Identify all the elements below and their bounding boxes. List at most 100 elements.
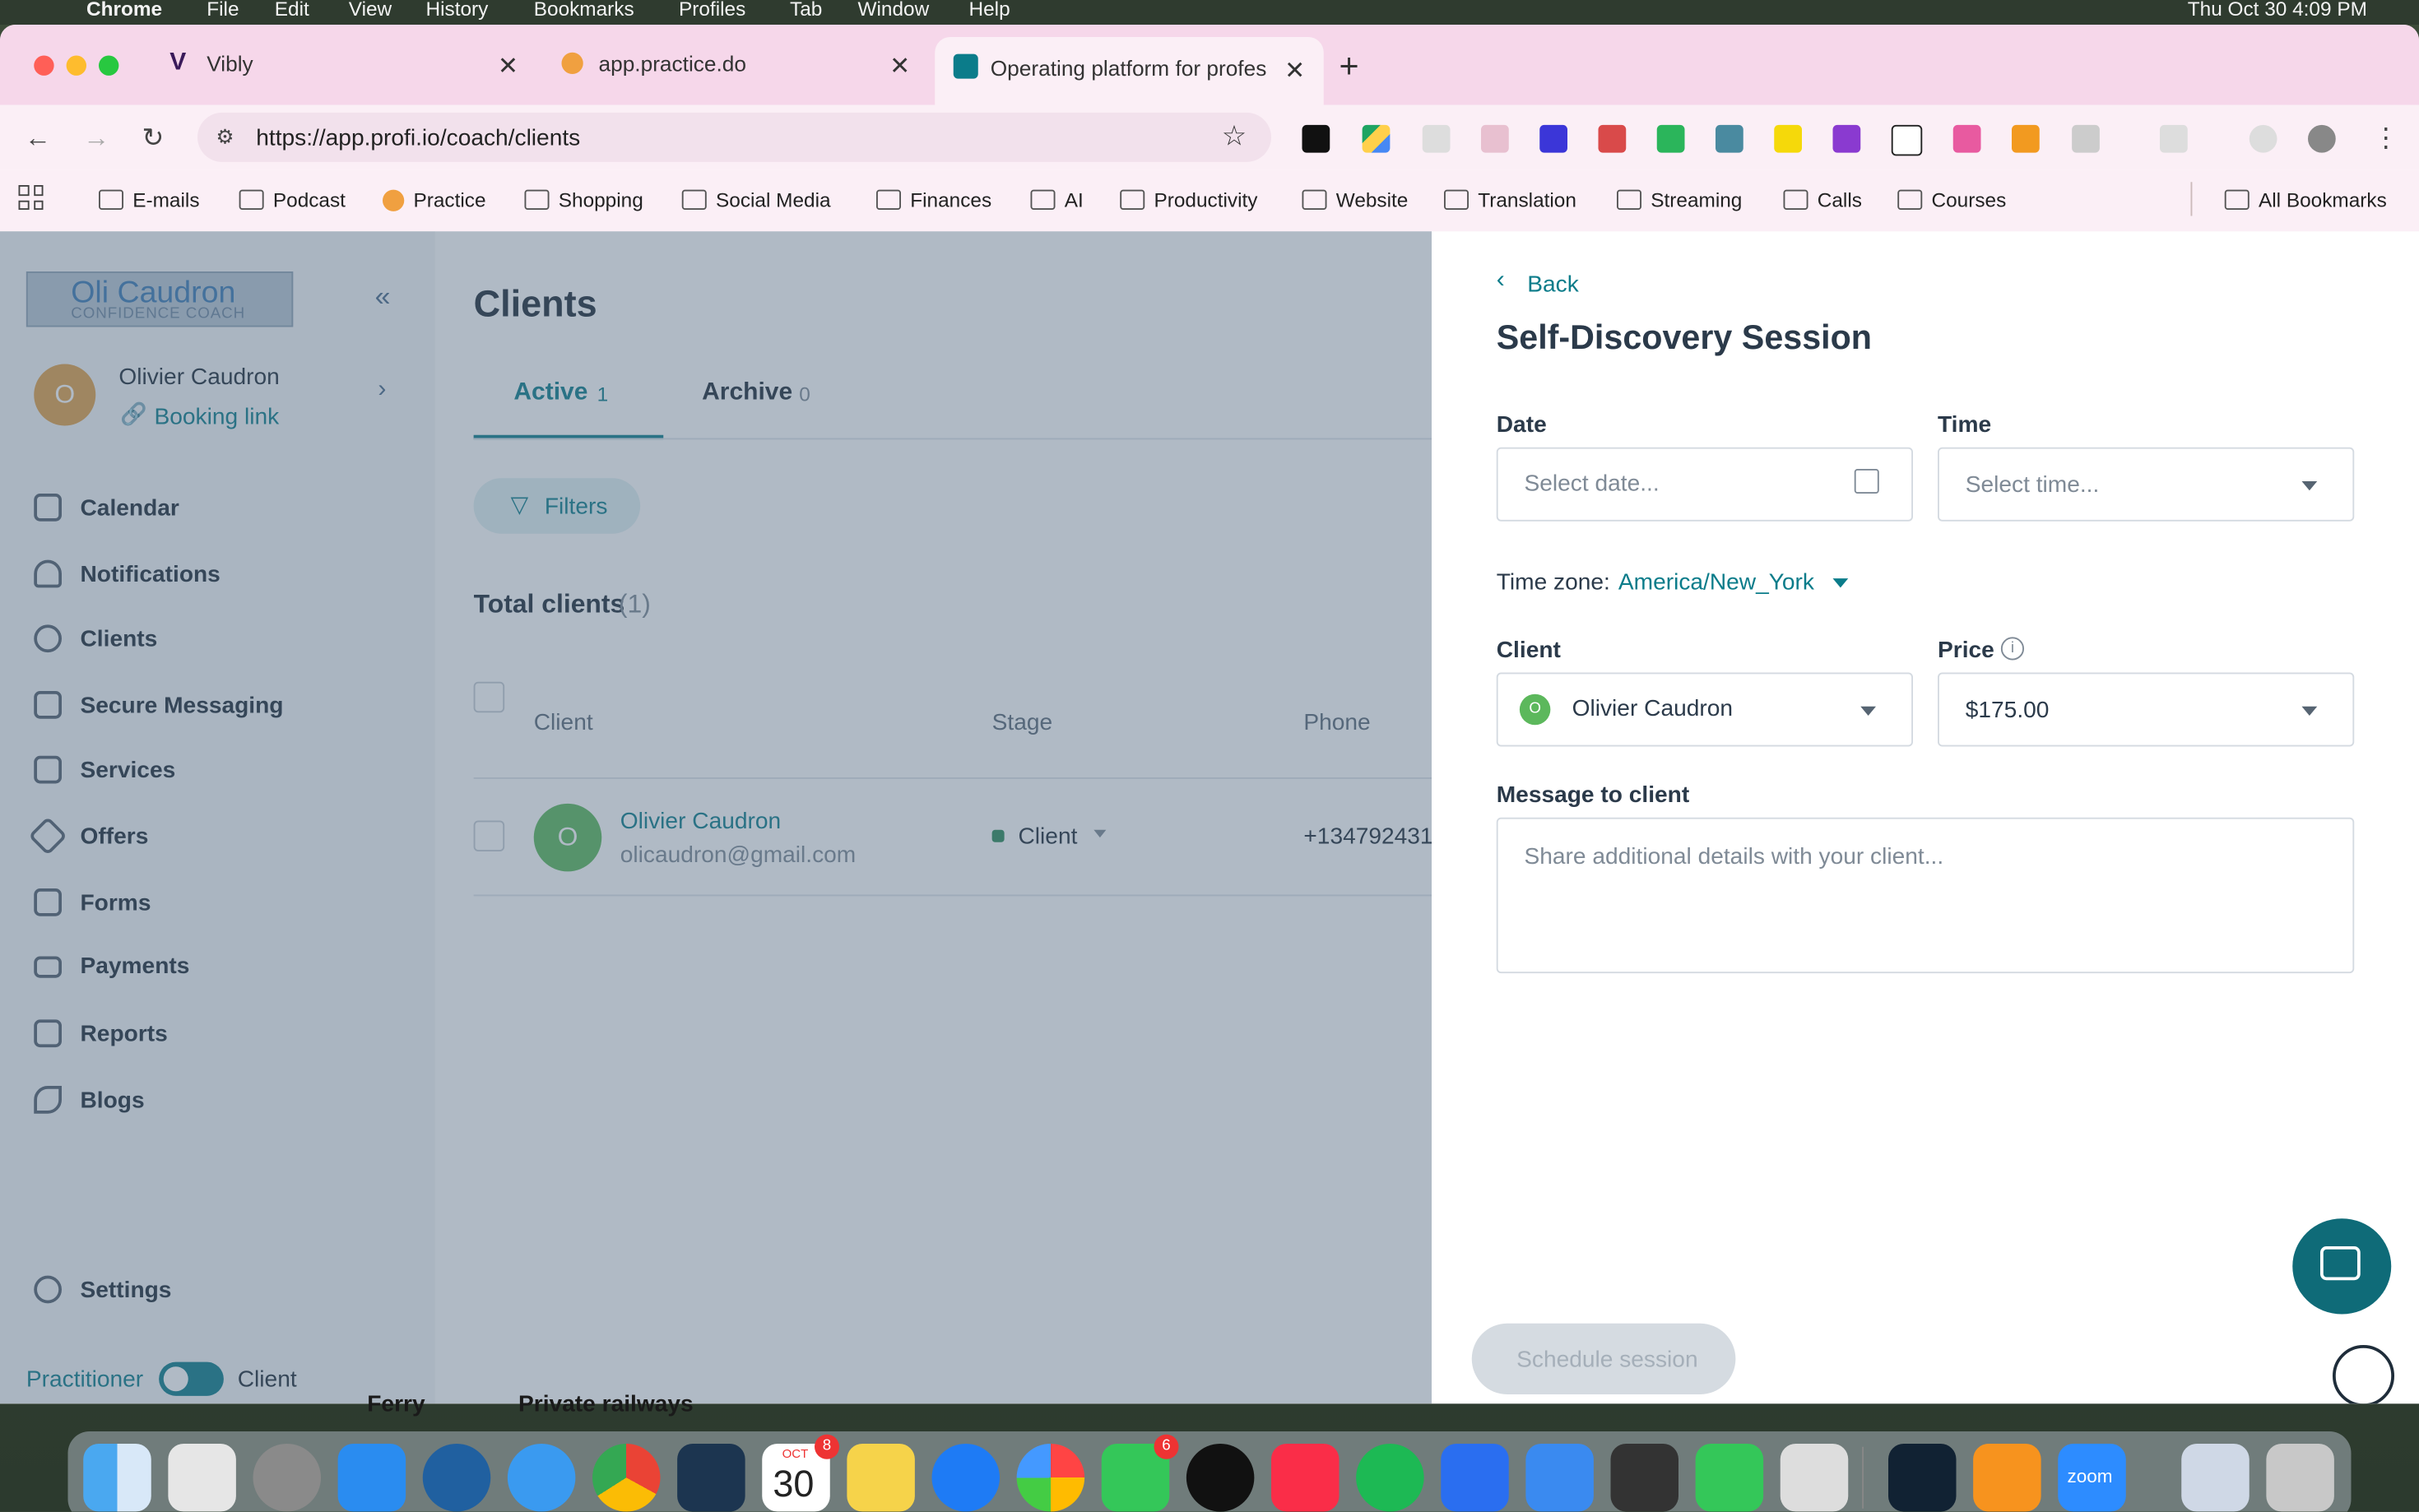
close-window-button[interactable] xyxy=(34,55,54,76)
extension-green-icon[interactable] xyxy=(1656,124,1685,153)
extension-purple-icon[interactable] xyxy=(1832,124,1861,153)
menu-help[interactable]: Help xyxy=(969,0,1010,20)
zoom-window-button[interactable] xyxy=(99,55,119,76)
chevron-left-icon[interactable]: ‹ xyxy=(1497,267,1505,295)
circle-app-icon[interactable] xyxy=(1186,1444,1255,1512)
bookmark-star-icon[interactable]: ☆ xyxy=(1222,120,1247,152)
facetime-icon[interactable]: 6 xyxy=(1101,1434,1179,1512)
performance-icon[interactable] xyxy=(2249,124,2277,153)
menubar-clock[interactable]: Thu Oct 30 4:09 PM xyxy=(2188,0,2367,20)
chrome-icon[interactable] xyxy=(592,1444,661,1512)
address-bar[interactable]: ⚙ https://app.profi.io/coach/clients ☆ xyxy=(197,112,1271,162)
minimize-window-button[interactable] xyxy=(66,55,86,76)
extension-blue-icon[interactable] xyxy=(1539,124,1567,153)
calendar-icon[interactable] xyxy=(1854,469,1879,494)
url-text[interactable]: https://app.profi.io/coach/clients xyxy=(256,125,580,151)
extension-r-icon[interactable] xyxy=(1891,124,1923,156)
app-wave-icon[interactable] xyxy=(677,1444,745,1512)
price-select[interactable]: $175.00 xyxy=(1938,672,2355,747)
close-tab-icon[interactable]: ✕ xyxy=(1284,56,1305,87)
schedule-session-button[interactable]: Schedule session xyxy=(1471,1323,1736,1394)
bookmark-streaming[interactable]: Streaming xyxy=(1617,188,1742,211)
system-settings-icon[interactable] xyxy=(253,1444,321,1512)
cookie-settings-icon[interactable] xyxy=(2333,1345,2394,1404)
menubar-app[interactable]: Chrome xyxy=(86,0,162,20)
date-picker[interactable]: Select date... xyxy=(1496,447,1913,522)
command-app-icon[interactable] xyxy=(1610,1444,1678,1512)
tab-search-icon[interactable] xyxy=(2160,124,2188,153)
zoom-icon[interactable]: zoom xyxy=(2058,1444,2126,1512)
new-tab-icon[interactable]: + xyxy=(1340,46,1359,86)
menu-history[interactable]: History xyxy=(426,0,489,20)
photos-icon[interactable] xyxy=(1016,1444,1085,1512)
menu-profiles[interactable]: Profiles xyxy=(679,0,745,20)
menu-file[interactable]: File xyxy=(207,0,239,20)
menu-edit[interactable]: Edit xyxy=(275,0,309,20)
bookmark-shopping[interactable]: Shopping xyxy=(524,188,643,211)
menu-kebab-icon[interactable]: ⋮ xyxy=(2373,123,2399,155)
menu-view[interactable]: View xyxy=(349,0,392,20)
quicktime-icon[interactable] xyxy=(422,1444,491,1512)
extension-orange-icon[interactable] xyxy=(2012,124,2040,153)
back-icon[interactable]: ← xyxy=(25,123,51,155)
lines-app-icon[interactable] xyxy=(1441,1444,1509,1512)
bookmark-calls[interactable]: Calls xyxy=(1783,188,1862,211)
calendar-app-icon[interactable]: OCT 30 8 xyxy=(762,1434,839,1512)
site-info-icon[interactable]: ⚙ xyxy=(216,125,234,150)
messenger-icon[interactable] xyxy=(931,1444,1000,1512)
menu-tab[interactable]: Tab xyxy=(790,0,822,20)
client-select[interactable]: O Olivier Caudron xyxy=(1496,672,1913,747)
bookmark-podcast[interactable]: Podcast xyxy=(239,188,346,211)
forward-icon[interactable]: → xyxy=(83,123,109,155)
extension-medium-icon[interactable] xyxy=(1302,124,1330,153)
bookmark-courses[interactable]: Courses xyxy=(1897,188,2006,211)
chat-support-button[interactable] xyxy=(2292,1218,2392,1315)
documents-folder-icon[interactable] xyxy=(2181,1444,2250,1512)
close-tab-icon[interactable]: ✕ xyxy=(889,51,910,82)
bookmark-finances[interactable]: Finances xyxy=(876,188,991,211)
spotify-icon[interactable] xyxy=(1356,1444,1424,1512)
extension-hand-icon[interactable] xyxy=(1481,124,1509,153)
trash-icon[interactable] xyxy=(2266,1444,2334,1512)
extension-teal-icon[interactable] xyxy=(1716,124,1743,153)
tab-vibly[interactable]: V Vibly ✕ xyxy=(151,37,537,93)
testflight-icon[interactable] xyxy=(1525,1444,1594,1512)
extension-s-icon[interactable] xyxy=(1422,124,1451,153)
bookmark-practice[interactable]: Practice xyxy=(383,188,486,211)
bookmark-ai[interactable]: AI xyxy=(1030,188,1084,211)
timezone-select[interactable]: America/New_York xyxy=(1618,569,1814,596)
bookmark-website[interactable]: Website xyxy=(1302,188,1408,211)
extension-pen-icon[interactable] xyxy=(1598,124,1627,153)
extension-drive-icon[interactable] xyxy=(1362,124,1391,153)
message-textarea[interactable]: Share additional details with your clien… xyxy=(1496,817,2355,974)
info-icon[interactable]: i xyxy=(2000,637,2024,661)
modal-backdrop[interactable] xyxy=(0,231,1432,1404)
close-tab-icon[interactable]: ✕ xyxy=(498,51,518,82)
tab-profi[interactable]: Operating platform for profes ✕ xyxy=(935,37,1324,105)
app-store-icon[interactable] xyxy=(337,1444,406,1512)
menu-bookmarks[interactable]: Bookmarks xyxy=(534,0,634,20)
bookmark-emails[interactable]: E-mails xyxy=(99,188,200,211)
iphone-mirroring-icon[interactable] xyxy=(1780,1444,1849,1512)
reload-icon[interactable]: ↻ xyxy=(142,123,165,155)
bookmark-translation[interactable]: Translation xyxy=(1444,188,1576,211)
finder-icon[interactable] xyxy=(83,1444,151,1512)
safari-icon[interactable] xyxy=(507,1444,576,1512)
extensions-puzzle-icon[interactable] xyxy=(2072,124,2100,153)
back-link[interactable]: Back xyxy=(1527,271,1579,298)
notes-icon[interactable] xyxy=(847,1444,915,1512)
star-app-icon[interactable] xyxy=(1888,1444,1957,1512)
bookmark-social-media[interactable]: Social Media xyxy=(681,188,831,211)
music-icon[interactable] xyxy=(1271,1444,1340,1512)
timezone-caret-icon[interactable] xyxy=(1832,578,1849,588)
bookmark-productivity[interactable]: Productivity xyxy=(1120,188,1258,211)
extension-r-yellow-icon[interactable] xyxy=(1774,124,1802,153)
profile-avatar[interactable] xyxy=(2308,124,2336,153)
all-bookmarks[interactable]: All Bookmarks xyxy=(2224,188,2387,211)
time-select[interactable]: Select time... xyxy=(1938,447,2355,522)
tab-practice[interactable]: app.practice.do ✕ xyxy=(543,37,929,93)
extension-multi-icon[interactable] xyxy=(1952,124,1981,153)
menu-window[interactable]: Window xyxy=(858,0,930,20)
apps-grid-icon[interactable] xyxy=(18,185,44,210)
messages-icon[interactable] xyxy=(1695,1444,1764,1512)
